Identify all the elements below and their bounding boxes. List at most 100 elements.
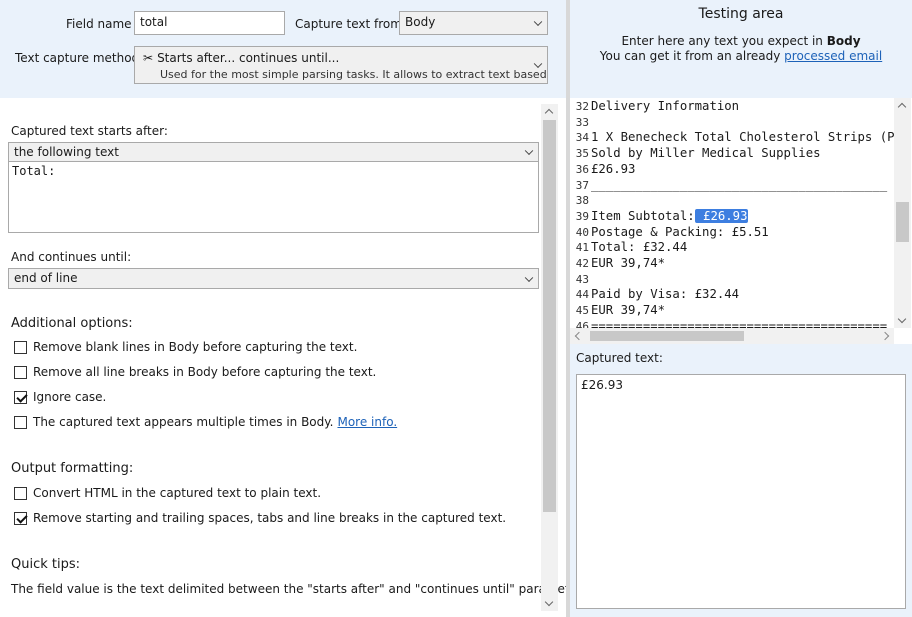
scrollbar-thumb[interactable] [896, 202, 909, 242]
editor-line: 35 Sold by Miller Medical Supplies [570, 145, 821, 161]
checkbox[interactable] [14, 486, 27, 500]
starts-after-text[interactable]: Total: [8, 161, 539, 233]
editor-line: 45 EUR 39,74* [570, 302, 665, 318]
scroll-right-icon[interactable] [880, 331, 890, 341]
editor-line: 40 Postage & Packing: £5.51 [570, 224, 769, 240]
line-text: Item Subtotal: [591, 208, 695, 223]
continues-until-label: And continues until: [11, 250, 132, 264]
chevron-down-icon [533, 59, 543, 69]
option-remove-blank-lines[interactable]: Remove blank lines in Body before captur… [14, 340, 357, 354]
line-number: 40 [575, 225, 589, 239]
line-number: 44 [575, 288, 589, 302]
testing-area-title: Testing area [698, 6, 784, 22]
processed-email-link[interactable]: processed email [784, 49, 882, 63]
quick-tips-text: The field value is the text delimited be… [11, 582, 589, 596]
scroll-left-icon[interactable] [574, 331, 584, 341]
editor-vertical-scrollbar[interactable] [894, 98, 911, 328]
line-text: Delivery Information [591, 99, 740, 113]
line-text: Sold by Miller Medical Supplies [591, 146, 821, 161]
line-text: EUR 39,74* [591, 303, 666, 318]
scrollbar-thumb[interactable] [590, 331, 744, 341]
checkbox[interactable] [14, 340, 27, 354]
captured-area: Captured text: £26.93 [570, 344, 912, 617]
instruction-bold: Body [826, 34, 861, 48]
method-title: Starts after... continues until... [157, 51, 340, 65]
field-name-label: Field name [66, 17, 132, 31]
editor-line: 37 ______________________________________… [570, 177, 887, 193]
testing-instructions: Enter here any text you expect in Body [570, 34, 912, 48]
editor-line: 42 EUR 39,74* [570, 255, 665, 271]
field-settings-header: Field name total Capture text from Body … [0, 0, 566, 98]
option-label: Remove blank lines in Body before captur… [33, 340, 358, 354]
option-label: The captured text appears multiple times… [33, 415, 334, 429]
line-text: Paid by Visa: £32.44 [591, 287, 740, 302]
option-label: Remove all line breaks in Body before ca… [33, 365, 377, 379]
line-text: 1 X Benecheck Total Cholesterol Strips (… [591, 130, 895, 145]
chevron-down-icon [533, 17, 543, 27]
capture-from-label: Capture text from [295, 17, 402, 31]
output-formatting-title: Output formatting: [11, 461, 134, 476]
starts-after-value: the following text [14, 145, 119, 159]
capture-method-label: Text capture method [15, 51, 140, 65]
captured-text-output[interactable]: £26.93 [576, 374, 906, 609]
scroll-up-icon[interactable] [544, 108, 554, 118]
test-text-editor[interactable]: 32 Delivery Information 33 34 1 X Benecheck … [570, 98, 912, 344]
capture-from-select[interactable]: Body [399, 11, 548, 35]
option-trim-spaces[interactable]: Remove starting and trailing spaces, tab… [14, 511, 506, 525]
editor-line: 32 Delivery Information [570, 98, 739, 114]
editor-line: 43 [570, 271, 591, 287]
starts-after-select[interactable]: the following text [8, 142, 539, 162]
scrollbar-thumb[interactable] [543, 120, 556, 512]
line-number: 41 [575, 241, 589, 255]
captured-highlight: £26.93 [694, 208, 749, 223]
quick-tips-title: Quick tips: [11, 557, 81, 572]
line-text: £26.93 [591, 161, 636, 176]
line-number: 36 [575, 162, 589, 176]
line-number: 39 [575, 209, 589, 223]
option-remove-line-breaks[interactable]: Remove all line breaks in Body before ca… [14, 365, 376, 379]
testing-instructions-2: You can get it from an already processed… [570, 49, 912, 63]
line-text: Total: £32.44 [591, 240, 688, 255]
line-number: 37 [575, 178, 589, 192]
checkbox[interactable] [14, 415, 27, 429]
editor-line: 34 1 X Benecheck Total Cholesterol Strips… [570, 129, 895, 145]
continues-until-value: end of line [14, 271, 78, 285]
chevron-down-icon [524, 146, 534, 156]
capture-from-value: Body [405, 15, 436, 29]
method-description: Used for the most simple parsing tasks. … [160, 68, 548, 81]
continues-until-select[interactable]: end of line [8, 268, 539, 289]
line-text: EUR 39,74* [591, 256, 666, 270]
editor-horizontal-scrollbar[interactable] [570, 328, 894, 344]
line-number: 42 [575, 257, 589, 270]
more-info-link[interactable]: More info. [337, 415, 397, 429]
capture-method-select[interactable]: ✂ Starts after... continues until... Used… [134, 46, 548, 84]
editor-line: 44 Paid by Visa: £32.44 [570, 286, 739, 302]
option-label: Convert HTML in the captured text to pla… [33, 486, 322, 500]
option-convert-html[interactable]: Convert HTML in the captured text to pla… [14, 486, 321, 500]
line-number: 35 [575, 147, 589, 161]
line-text: ________________________________________ [591, 177, 888, 192]
options-scrollbar[interactable] [541, 104, 558, 611]
field-name-input[interactable]: total [134, 11, 285, 35]
starts-after-label: Captured text starts after: [11, 124, 168, 138]
option-ignore-case[interactable]: Ignore case. [14, 390, 106, 404]
editor-line: 41 Total: £32.44 [570, 239, 688, 255]
line-number: 45 [575, 304, 589, 318]
checkbox[interactable] [14, 511, 27, 525]
scroll-up-icon[interactable] [897, 102, 907, 112]
additional-options-title: Additional options: [11, 316, 133, 331]
instruction-text: Enter here any text you expect in [621, 34, 827, 48]
line-number: 43 [575, 272, 589, 286]
scroll-down-icon[interactable] [897, 314, 907, 324]
checkbox[interactable] [14, 390, 27, 404]
scroll-down-icon[interactable] [544, 597, 554, 607]
option-multiple-times[interactable]: The captured text appears multiple times… [14, 415, 397, 429]
editor-line: 38 [570, 192, 591, 208]
checkbox[interactable] [14, 365, 27, 379]
captured-text-label: Captured text: [576, 351, 663, 365]
instruction-text: You can get it from an already [599, 49, 785, 63]
line-number: 38 [575, 194, 589, 208]
editor-line: 36 £26.93 [570, 161, 636, 177]
line-number: 32 [575, 100, 589, 113]
option-label: Remove starting and trailing spaces, tab… [33, 511, 507, 525]
